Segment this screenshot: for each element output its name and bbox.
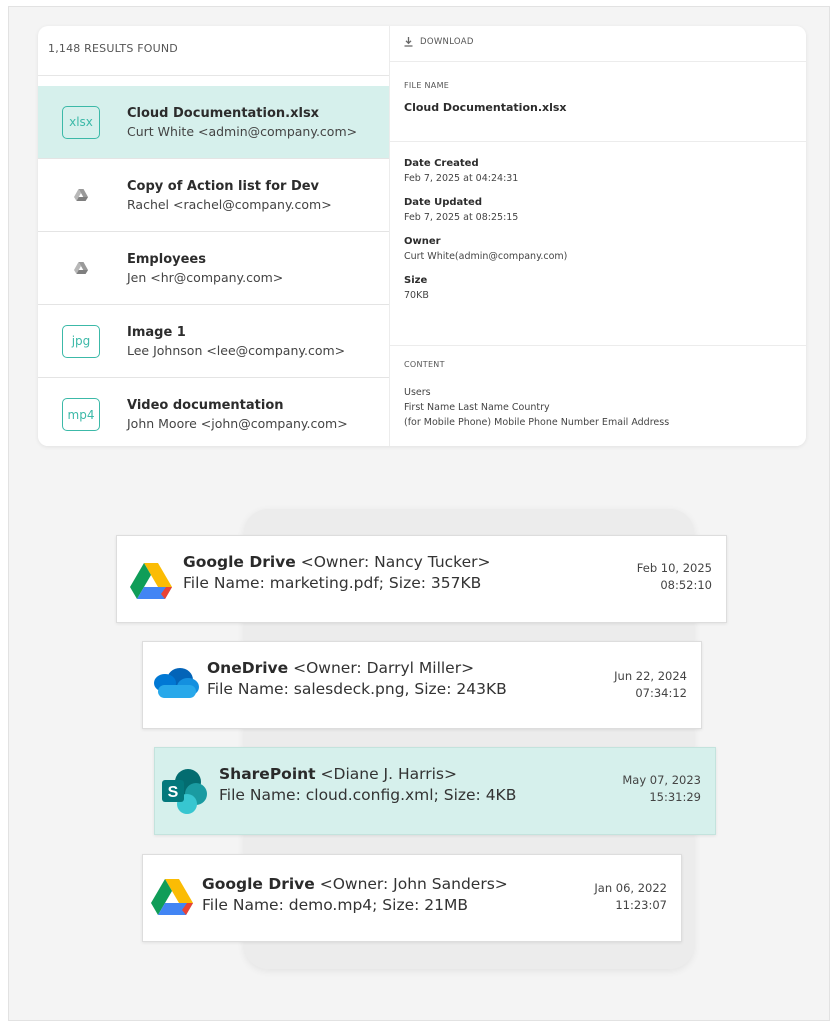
download-icon <box>404 37 413 47</box>
card-file-info: File Name: marketing.pdf; Size: 357KB <box>183 574 482 592</box>
result-owner: Lee Johnson <lee@company.com> <box>127 342 346 358</box>
search-results-card: 1,148 RESULTS FOUND xlsx Cloud Documenta… <box>38 26 806 446</box>
file-details-pane: DOWNLOAD FILE NAME Cloud Documentation.x… <box>390 26 806 446</box>
card-source: Google Drive <box>202 875 315 893</box>
card-owner: <Diane J. Harris> <box>315 765 457 783</box>
file-name-label: FILE NAME <box>404 81 450 90</box>
result-row[interactable]: jpg Image 1 Lee Johnson <lee@company.com… <box>38 305 389 378</box>
card-title: Google Drive <Owner: Nancy Tucker> <box>183 553 491 571</box>
download-label: DOWNLOAD <box>420 37 474 47</box>
result-row[interactable]: Copy of Action list for Dev Rachel <rach… <box>38 159 389 232</box>
card-title: SharePoint <Diane J. Harris> <box>219 765 516 783</box>
result-title: Cloud Documentation.xlsx <box>127 105 320 121</box>
card-time: 11:23:07 <box>615 898 667 912</box>
card-file-info: File Name: demo.mp4; Size: 21MB <box>202 896 468 914</box>
date-created-value: Feb 7, 2025 at 04:24:31 <box>404 173 519 184</box>
result-title: Video documentation <box>127 398 284 413</box>
card-date: Jan 06, 2022 <box>594 881 667 895</box>
results-list-pane: 1,148 RESULTS FOUND xlsx Cloud Documenta… <box>38 26 390 446</box>
card-source: SharePoint <box>219 765 316 783</box>
onedrive-icon <box>150 667 200 703</box>
file-name-value: Cloud Documentation.xlsx <box>404 101 567 114</box>
size-label: Size <box>404 275 428 286</box>
result-row[interactable]: mp4 Video documentation John Moore <john… <box>38 378 389 446</box>
source-result-card[interactable]: OneDrive <Owner: Darryl Miller> File Nam… <box>142 641 702 729</box>
result-owner: Jen <hr@company.com> <box>127 269 284 285</box>
jpg-file-icon: jpg <box>62 324 100 358</box>
card-owner: <Owner: John Sanders> <box>314 875 508 893</box>
content-label: CONTENT <box>404 360 445 369</box>
date-created-label: Date Created <box>404 158 479 169</box>
card-owner: <Owner: Nancy Tucker> <box>295 553 491 571</box>
source-result-card[interactable]: Google Drive <Owner: Nancy Tucker> File … <box>116 535 727 623</box>
svg-text:S: S <box>168 784 179 801</box>
card-date: Jun 22, 2024 <box>614 669 687 683</box>
xlsx-file-icon: xlsx <box>62 105 100 139</box>
card-date: May 07, 2023 <box>622 773 701 787</box>
content-line: (for Mobile Phone) Mobile Phone Number E… <box>404 417 670 428</box>
source-result-card[interactable]: Google Drive <Owner: John Sanders> File … <box>142 854 682 942</box>
sharepoint-icon: S <box>161 768 209 820</box>
result-row[interactable]: Employees Jen <hr@company.com> <box>38 232 389 305</box>
download-button[interactable]: DOWNLOAD <box>390 26 806 62</box>
source-result-card[interactable]: S SharePoint <Diane J. Harris> File Name… <box>154 747 716 835</box>
card-source: OneDrive <box>207 659 289 677</box>
content-line: First Name Last Name Country <box>404 402 550 413</box>
result-title: Image 1 <box>127 324 186 340</box>
card-title: OneDrive <Owner: Darryl Miller> <box>207 659 507 677</box>
card-date: Feb 10, 2025 <box>636 561 712 575</box>
google-drive-gray-icon <box>62 252 100 285</box>
card-source: Google Drive <box>183 553 296 571</box>
google-drive-gray-icon <box>62 179 100 212</box>
result-row[interactable]: xlsx Cloud Documentation.xlsx Curt White… <box>38 86 389 159</box>
card-time: 07:34:12 <box>635 686 687 700</box>
result-owner: John Moore <john@company.com> <box>127 416 348 431</box>
size-value: 70KB <box>404 290 429 301</box>
result-title: Copy of Action list for Dev <box>127 178 320 194</box>
card-time: 15:31:29 <box>649 790 701 804</box>
result-title: Employees <box>127 251 206 267</box>
results-count: 1,148 RESULTS FOUND <box>38 26 389 76</box>
result-owner: Rachel <rachel@company.com> <box>127 196 332 212</box>
owner-value: Curt White(admin@company.com) <box>404 251 568 262</box>
content-line: Users <box>404 387 431 398</box>
mp4-file-icon: mp4 <box>62 398 100 431</box>
card-file-info: File Name: salesdeck.png, Size: 243KB <box>207 680 507 698</box>
result-owner: Curt White <admin@company.com> <box>127 123 358 139</box>
card-time: 08:52:10 <box>660 578 712 592</box>
card-file-info: File Name: cloud.config.xml; Size: 4KB <box>219 786 517 804</box>
google-drive-icon <box>130 563 172 604</box>
date-updated-label: Date Updated <box>404 197 482 208</box>
google-drive-icon <box>151 879 193 920</box>
card-title: Google Drive <Owner: John Sanders> <box>202 875 508 893</box>
owner-label: Owner <box>404 236 441 247</box>
date-updated-value: Feb 7, 2025 at 08:25:15 <box>404 212 519 223</box>
card-owner: <Owner: Darryl Miller> <box>288 659 475 677</box>
